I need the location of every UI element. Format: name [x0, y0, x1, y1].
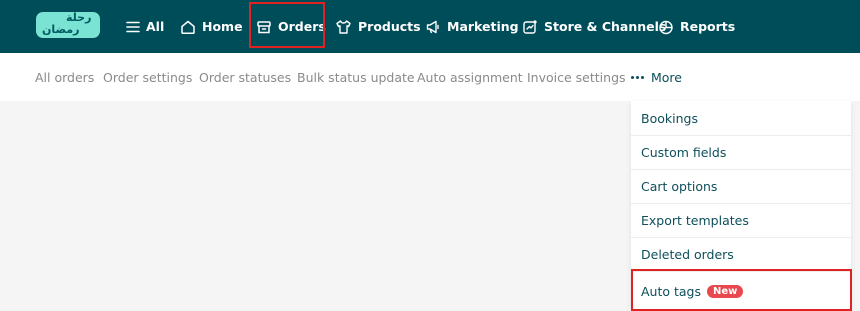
nav-store-channels[interactable]: Store & Channels — [522, 0, 666, 53]
nav-all[interactable]: All — [126, 0, 164, 53]
nav-home-label: Home — [202, 19, 243, 34]
nav-products-label: Products — [358, 19, 421, 34]
subnav-bulk-status-update[interactable]: Bulk status update — [297, 53, 415, 101]
subnav-more-label: More — [651, 69, 682, 85]
nav-products[interactable]: Products — [335, 0, 421, 53]
logo-text-line2: رمضان — [42, 23, 80, 36]
store-channels-icon — [523, 19, 537, 34]
dropdown-item-deleted-orders[interactable]: Deleted orders — [631, 237, 851, 271]
orders-subnav: All orders Order settings Order statuses… — [0, 53, 860, 101]
dropdown-item-custom-fields[interactable]: Custom fields — [631, 135, 851, 169]
more-dots-icon — [631, 75, 644, 79]
megaphone-icon — [426, 20, 439, 33]
subnav-auto-assignment[interactable]: Auto assignment — [417, 53, 523, 101]
dropdown-item-cart-options[interactable]: Cart options — [631, 169, 851, 203]
orders-highlight-box — [249, 2, 325, 48]
nav-all-label: All — [146, 19, 165, 34]
subnav-order-statuses[interactable]: Order statuses — [199, 53, 291, 101]
pie-chart-icon — [659, 20, 673, 34]
menu-icon — [126, 21, 140, 32]
nav-marketing[interactable]: Marketing — [425, 0, 519, 53]
subnav-all-orders[interactable]: All orders — [35, 53, 94, 101]
nav-marketing-label: Marketing — [447, 19, 519, 34]
nav-home[interactable]: Home — [180, 0, 243, 53]
subnav-invoice-settings[interactable]: Invoice settings — [527, 53, 626, 101]
top-navigation-bar: رحلة رمضان All Home Orders Products Mark… — [0, 0, 860, 53]
home-icon — [181, 20, 195, 34]
shirt-icon — [336, 19, 351, 34]
dropdown-item-export-templates[interactable]: Export templates — [631, 203, 851, 237]
store-logo[interactable]: رحلة رمضان — [36, 11, 100, 38]
auto-tags-highlight-box — [631, 269, 852, 311]
dropdown-item-bookings[interactable]: Bookings — [631, 101, 851, 135]
nav-store-channels-label: Store & Channels — [544, 19, 667, 34]
subnav-more-button[interactable]: More — [631, 53, 682, 101]
nav-reports-label: Reports — [680, 19, 736, 34]
nav-reports[interactable]: Reports — [658, 0, 735, 53]
subnav-order-settings[interactable]: Order settings — [103, 53, 192, 101]
